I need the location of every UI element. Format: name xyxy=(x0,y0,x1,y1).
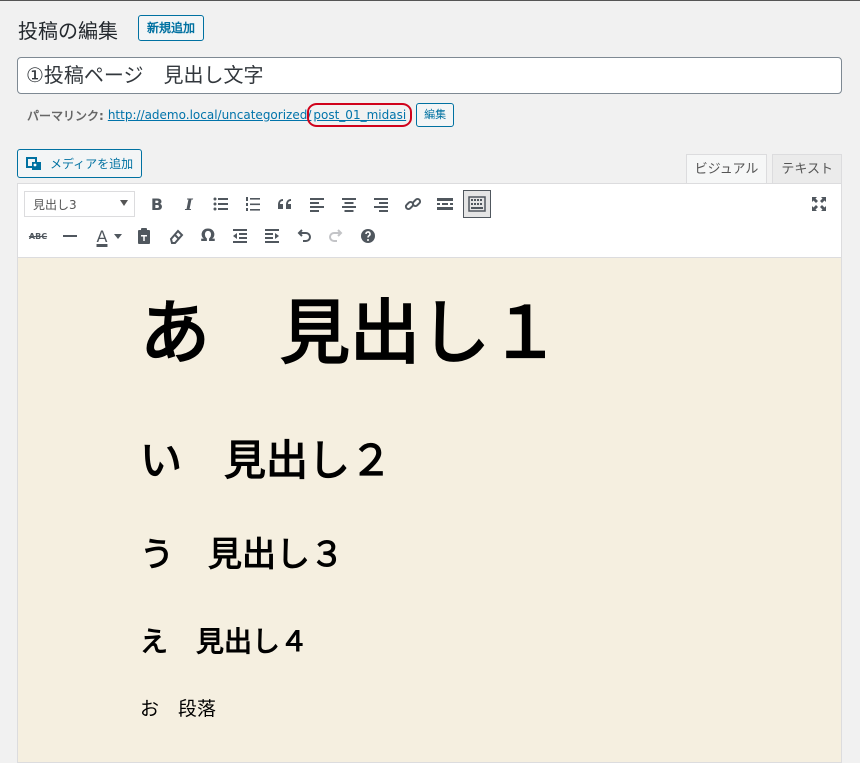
slug-highlight-ring xyxy=(307,103,413,127)
toolbar-row-2: ABC A Ω xyxy=(18,220,841,252)
align-right-button[interactable] xyxy=(367,190,395,218)
edit-slug-button[interactable]: 編集 xyxy=(416,103,455,127)
undo-icon xyxy=(297,229,311,242)
link-button[interactable] xyxy=(399,190,427,218)
read-more-button[interactable] xyxy=(431,190,459,218)
add-media-icon xyxy=(26,156,41,170)
editor: 見出し3 B I ABC A Ω あ 見出し１ い 見出し２ う 見出し３ え … xyxy=(17,183,842,763)
special-character-icon: Ω xyxy=(200,226,216,246)
permalink-bar: パーマリンク: http://ademo.local/uncategorized… xyxy=(27,102,455,128)
heading-2: い 見出し２ xyxy=(140,436,393,485)
post-title-input[interactable]: ①投稿ページ 見出し文字 xyxy=(17,57,842,94)
permalink-slug-highlight: post_01_midasi xyxy=(307,103,413,127)
clear-formatting-button[interactable] xyxy=(162,222,190,250)
align-right-icon xyxy=(374,198,388,212)
toolbar-row-1: 見出し3 B I xyxy=(18,188,841,220)
permalink-label: パーマリンク: xyxy=(27,108,104,123)
blockquote-icon xyxy=(278,199,291,209)
numbered-list-icon xyxy=(246,197,260,211)
chevron-down-icon xyxy=(120,200,128,206)
italic-button[interactable]: I xyxy=(175,190,203,218)
toolbar-toggle-button[interactable] xyxy=(463,190,491,218)
undo-button[interactable] xyxy=(290,222,318,250)
add-media-button[interactable]: メディアを追加 xyxy=(17,149,143,178)
add-media-label: メディアを追加 xyxy=(50,157,134,171)
help-button[interactable] xyxy=(354,222,382,250)
chevron-down-icon xyxy=(114,233,122,239)
add-new-button[interactable]: 新規追加 xyxy=(138,15,205,41)
paragraph: お 段落 xyxy=(140,698,217,720)
strikethrough-button[interactable]: ABC xyxy=(24,222,52,250)
redo-button[interactable] xyxy=(322,222,350,250)
toolbar-toggle-icon xyxy=(468,196,486,212)
text-color-glyph: A xyxy=(96,226,108,246)
align-left-icon xyxy=(310,198,324,212)
page-title: 投稿の編集 xyxy=(18,19,118,43)
fullscreen-icon xyxy=(812,197,826,211)
read-more-icon xyxy=(437,198,453,210)
help-icon xyxy=(361,229,375,243)
paste-as-text-button[interactable] xyxy=(130,222,158,250)
text-color-icon: A xyxy=(92,227,112,246)
indent-button[interactable] xyxy=(258,222,286,250)
format-select[interactable]: 見出し3 xyxy=(24,191,135,217)
bullet-list-button[interactable] xyxy=(207,190,235,218)
special-character-button[interactable]: Ω xyxy=(194,222,222,250)
redo-icon xyxy=(329,229,343,242)
outdent-icon xyxy=(233,229,247,243)
bullet-list-icon xyxy=(213,197,228,211)
align-center-icon xyxy=(342,198,356,212)
paste-as-text-icon xyxy=(138,228,150,244)
link-icon xyxy=(404,197,422,211)
editor-toolbar: 見出し3 B I ABC A Ω xyxy=(18,184,841,258)
italic-icon: I xyxy=(185,194,193,214)
format-select-value: 見出し3 xyxy=(33,197,77,212)
bold-button[interactable]: B xyxy=(143,190,171,218)
horizontal-line-button[interactable] xyxy=(56,222,84,250)
editor-tabs: ビジュアル テキスト xyxy=(681,154,842,183)
indent-icon xyxy=(265,229,279,243)
text-color-button[interactable]: A xyxy=(88,222,126,250)
numbered-list-button[interactable] xyxy=(239,190,267,218)
permalink-url-link[interactable]: http://ademo.local/uncategorized/ xyxy=(108,108,312,122)
tab-text[interactable]: テキスト xyxy=(772,154,842,183)
outdent-button[interactable] xyxy=(226,222,254,250)
clear-formatting-icon xyxy=(169,229,184,244)
align-center-button[interactable] xyxy=(335,190,363,218)
fullscreen-button[interactable] xyxy=(805,190,833,218)
bold-icon: B xyxy=(150,194,164,214)
heading-1: あ 見出し１ xyxy=(140,292,560,374)
strikethrough-icon: ABC xyxy=(28,231,48,241)
align-left-button[interactable] xyxy=(303,190,331,218)
horizontal-line-icon xyxy=(63,235,77,237)
blockquote-button[interactable] xyxy=(271,190,299,218)
heading-4: え 見出し４ xyxy=(140,625,309,658)
heading-3: う 見出し３ xyxy=(140,535,344,575)
tab-visual[interactable]: ビジュアル xyxy=(685,154,768,183)
